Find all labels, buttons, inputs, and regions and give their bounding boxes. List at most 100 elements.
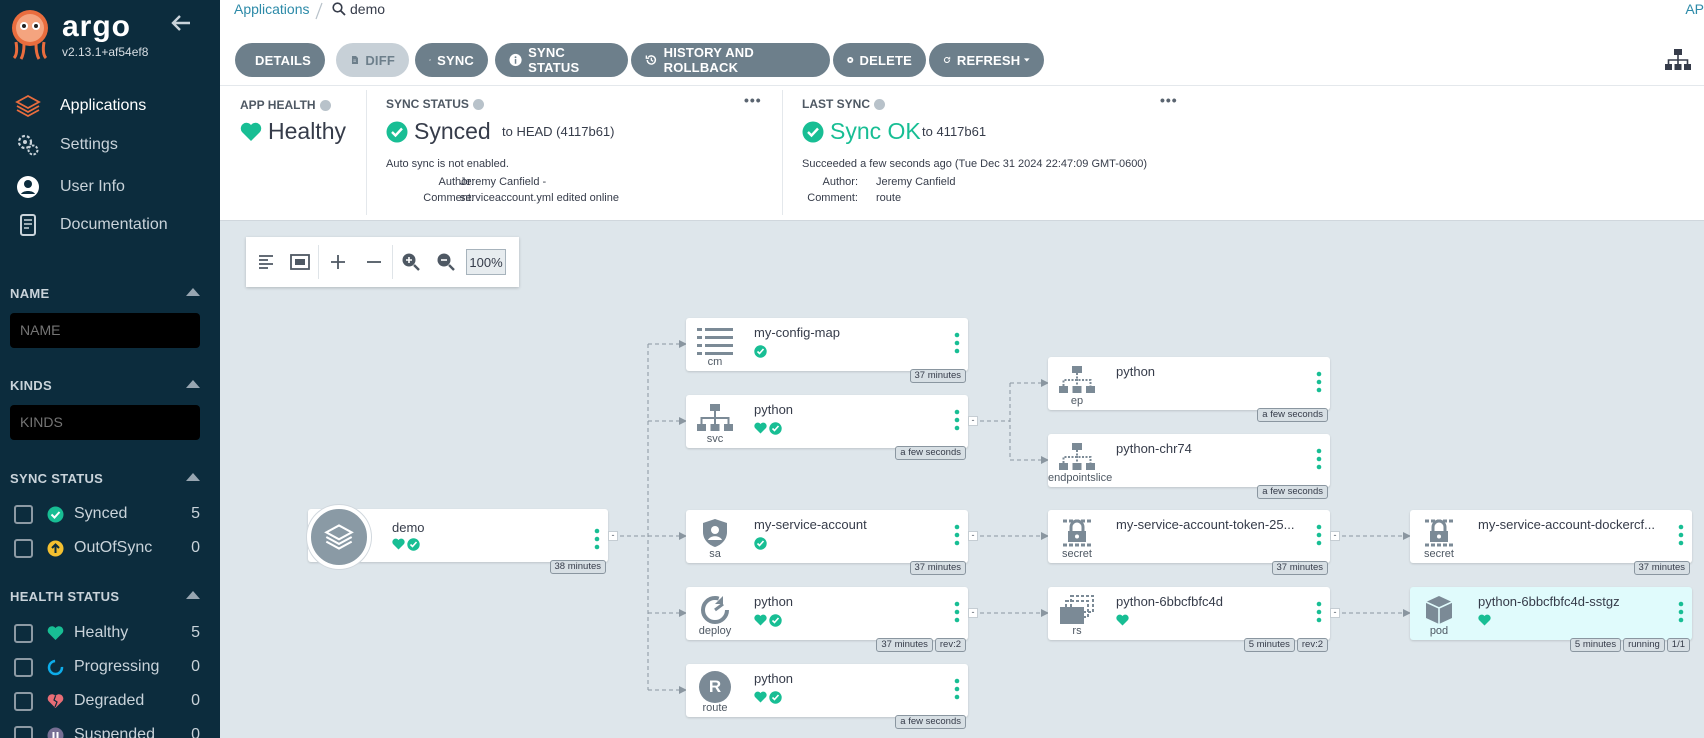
collapse-toggle[interactable]: - <box>1330 531 1340 541</box>
collapse-up-icon[interactable] <box>186 591 200 599</box>
refresh-button[interactable]: REFRESH <box>929 43 1044 77</box>
sync-status-button[interactable]: SYNC STATUS <box>495 43 628 77</box>
kebab-menu-icon[interactable] <box>954 601 960 623</box>
nav-documentation[interactable]: Documentation <box>14 210 168 240</box>
breadcrumb-current[interactable]: demo <box>332 1 385 17</box>
collapse-toggle[interactable]: - <box>968 416 978 426</box>
kebab-menu-icon[interactable] <box>954 678 960 700</box>
name-filter-title[interactable]: NAME <box>10 286 200 301</box>
checkbox[interactable] <box>14 538 33 558</box>
help-icon[interactable] <box>874 98 886 110</box>
checkbox[interactable] <box>14 504 33 524</box>
resource-name: python <box>1116 364 1156 379</box>
fit-screen-icon[interactable] <box>288 250 312 274</box>
tag: 37 minutes <box>909 561 966 575</box>
name-filter-input[interactable] <box>10 313 200 348</box>
kebab-menu-icon[interactable] <box>1678 524 1684 546</box>
history-icon <box>645 55 657 65</box>
layers-icon <box>14 92 42 120</box>
check-circle-icon <box>407 538 420 551</box>
collapse-toggle[interactable]: - <box>968 531 978 541</box>
filter-outofsync[interactable]: OutOfSync 0 <box>14 537 200 559</box>
tree-view-icon[interactable] <box>1664 48 1692 72</box>
resource-node-rs[interactable]: rs python-6bbcfbfc4d 5 minutes rev:2 <box>1048 587 1330 652</box>
kebab-menu-icon[interactable] <box>1316 448 1322 470</box>
kebab-menu-icon[interactable] <box>954 409 960 431</box>
help-icon[interactable] <box>472 98 484 110</box>
kebab-menu-icon[interactable] <box>954 332 960 354</box>
nav-applications[interactable]: Applications <box>14 91 146 121</box>
plus-icon[interactable] <box>326 250 350 274</box>
top-right-link[interactable]: AP <box>1685 1 1704 17</box>
checkbox[interactable] <box>14 691 33 711</box>
collapse-up-icon[interactable] <box>186 288 200 296</box>
divider <box>366 90 367 215</box>
details-button[interactable]: DETAILS <box>235 43 325 77</box>
kebab-menu-icon[interactable] <box>1316 371 1322 393</box>
kinds-filter-input[interactable] <box>10 405 200 440</box>
resource-node-secret[interactable]: secret my-service-account-token-25... 37 m… <box>1048 510 1330 575</box>
endpoint-slice-icon <box>1054 440 1100 474</box>
resource-node-cm[interactable]: cm my-config-map 37 minutes <box>686 318 968 383</box>
zoom-level[interactable]: 100% <box>466 249 506 275</box>
resource-node-svc[interactable]: svc python a few seconds <box>686 395 968 460</box>
kebab-menu-icon[interactable] <box>1316 524 1322 546</box>
breadcrumb-applications[interactable]: Applications <box>234 1 310 17</box>
kebab-menu-icon[interactable] <box>1678 601 1684 623</box>
kebab-menu-icon[interactable] <box>954 524 960 546</box>
sidebar: argo v2.13.1+af54ef8 Applications Settin… <box>0 0 220 738</box>
collapse-toggle[interactable]: - <box>1330 608 1340 618</box>
zoom-in-icon[interactable] <box>399 250 423 274</box>
checkbox[interactable] <box>14 623 33 643</box>
arrow-left-icon[interactable] <box>170 12 192 34</box>
filter-label: Synced <box>74 505 128 522</box>
resource-node-secret[interactable]: secret my-service-account-dockercf... 37 m… <box>1410 510 1692 575</box>
checkbox[interactable] <box>14 657 33 677</box>
route-letter-icon: R <box>692 670 738 704</box>
heart-icon <box>47 625 64 642</box>
resource-node-ep[interactable]: ep python a few seconds <box>1048 357 1330 422</box>
collapse-toggle[interactable]: - <box>608 531 618 541</box>
diff-button[interactable]: DIFF <box>336 43 409 77</box>
health-status-filter-title[interactable]: HEALTH STATUS <box>10 589 200 604</box>
secret-icon <box>1054 516 1100 550</box>
filter-count: 5 <box>191 505 200 522</box>
collapse-up-icon[interactable] <box>186 380 200 388</box>
resource-node-endpointslice[interactable]: endpointslice python-chr74 a few seconds <box>1048 434 1330 499</box>
delete-button[interactable]: DELETE <box>833 43 926 77</box>
resource-node-deploy[interactable]: deploy python 37 minutes rev:2 <box>686 587 968 652</box>
filter-suspended[interactable]: Suspended 0 <box>14 724 200 738</box>
kebab-menu-icon[interactable] <box>1316 601 1322 623</box>
collapse-toggle[interactable]: - <box>968 608 978 618</box>
argo-logo-icon[interactable] <box>8 8 52 60</box>
nav-user-info[interactable]: User Info <box>14 172 125 202</box>
filter-synced[interactable]: Synced 5 <box>14 503 200 525</box>
minus-icon[interactable] <box>362 250 386 274</box>
resource-node-sa[interactable]: sa my-service-account 37 minutes <box>686 510 968 575</box>
help-icon[interactable] <box>319 99 331 111</box>
checkbox[interactable] <box>14 725 33 738</box>
align-left-icon[interactable] <box>255 250 279 274</box>
kebab-menu-icon[interactable] <box>594 528 600 550</box>
filter-healthy[interactable]: Healthy 5 <box>14 622 200 644</box>
resource-node-route[interactable]: Rroute python a few seconds <box>686 664 968 729</box>
more-options-icon[interactable]: ••• <box>744 92 762 108</box>
history-rollback-button[interactable]: HISTORY AND ROLLBACK <box>631 43 830 77</box>
collapse-up-icon[interactable] <box>186 473 200 481</box>
nav-settings[interactable]: Settings <box>14 130 118 160</box>
check-circle-icon <box>769 691 782 704</box>
zoom-out-icon[interactable] <box>434 250 458 274</box>
filter-degraded[interactable]: Degraded 0 <box>14 690 200 712</box>
kinds-filter-title[interactable]: KINDS <box>10 378 200 393</box>
sync-button[interactable]: SYNC <box>415 43 488 77</box>
sync-status-filter-title[interactable]: SYNC STATUS <box>10 471 200 486</box>
resource-name: python-chr74 <box>1116 441 1192 456</box>
button-label: REFRESH <box>956 52 1021 68</box>
node-tags: 5 minutes running 1/1 <box>1569 638 1690 652</box>
filter-label: Degraded <box>74 692 145 709</box>
filter-progressing[interactable]: Progressing 0 <box>14 656 200 678</box>
tag: 38 minutes <box>549 560 606 574</box>
more-options-icon[interactable]: ••• <box>1160 92 1178 108</box>
resource-node-pod[interactable]: pod python-6bbcfbfc4d-sstgz 5 minutes runni… <box>1410 587 1692 652</box>
pod-icon <box>1416 593 1462 627</box>
